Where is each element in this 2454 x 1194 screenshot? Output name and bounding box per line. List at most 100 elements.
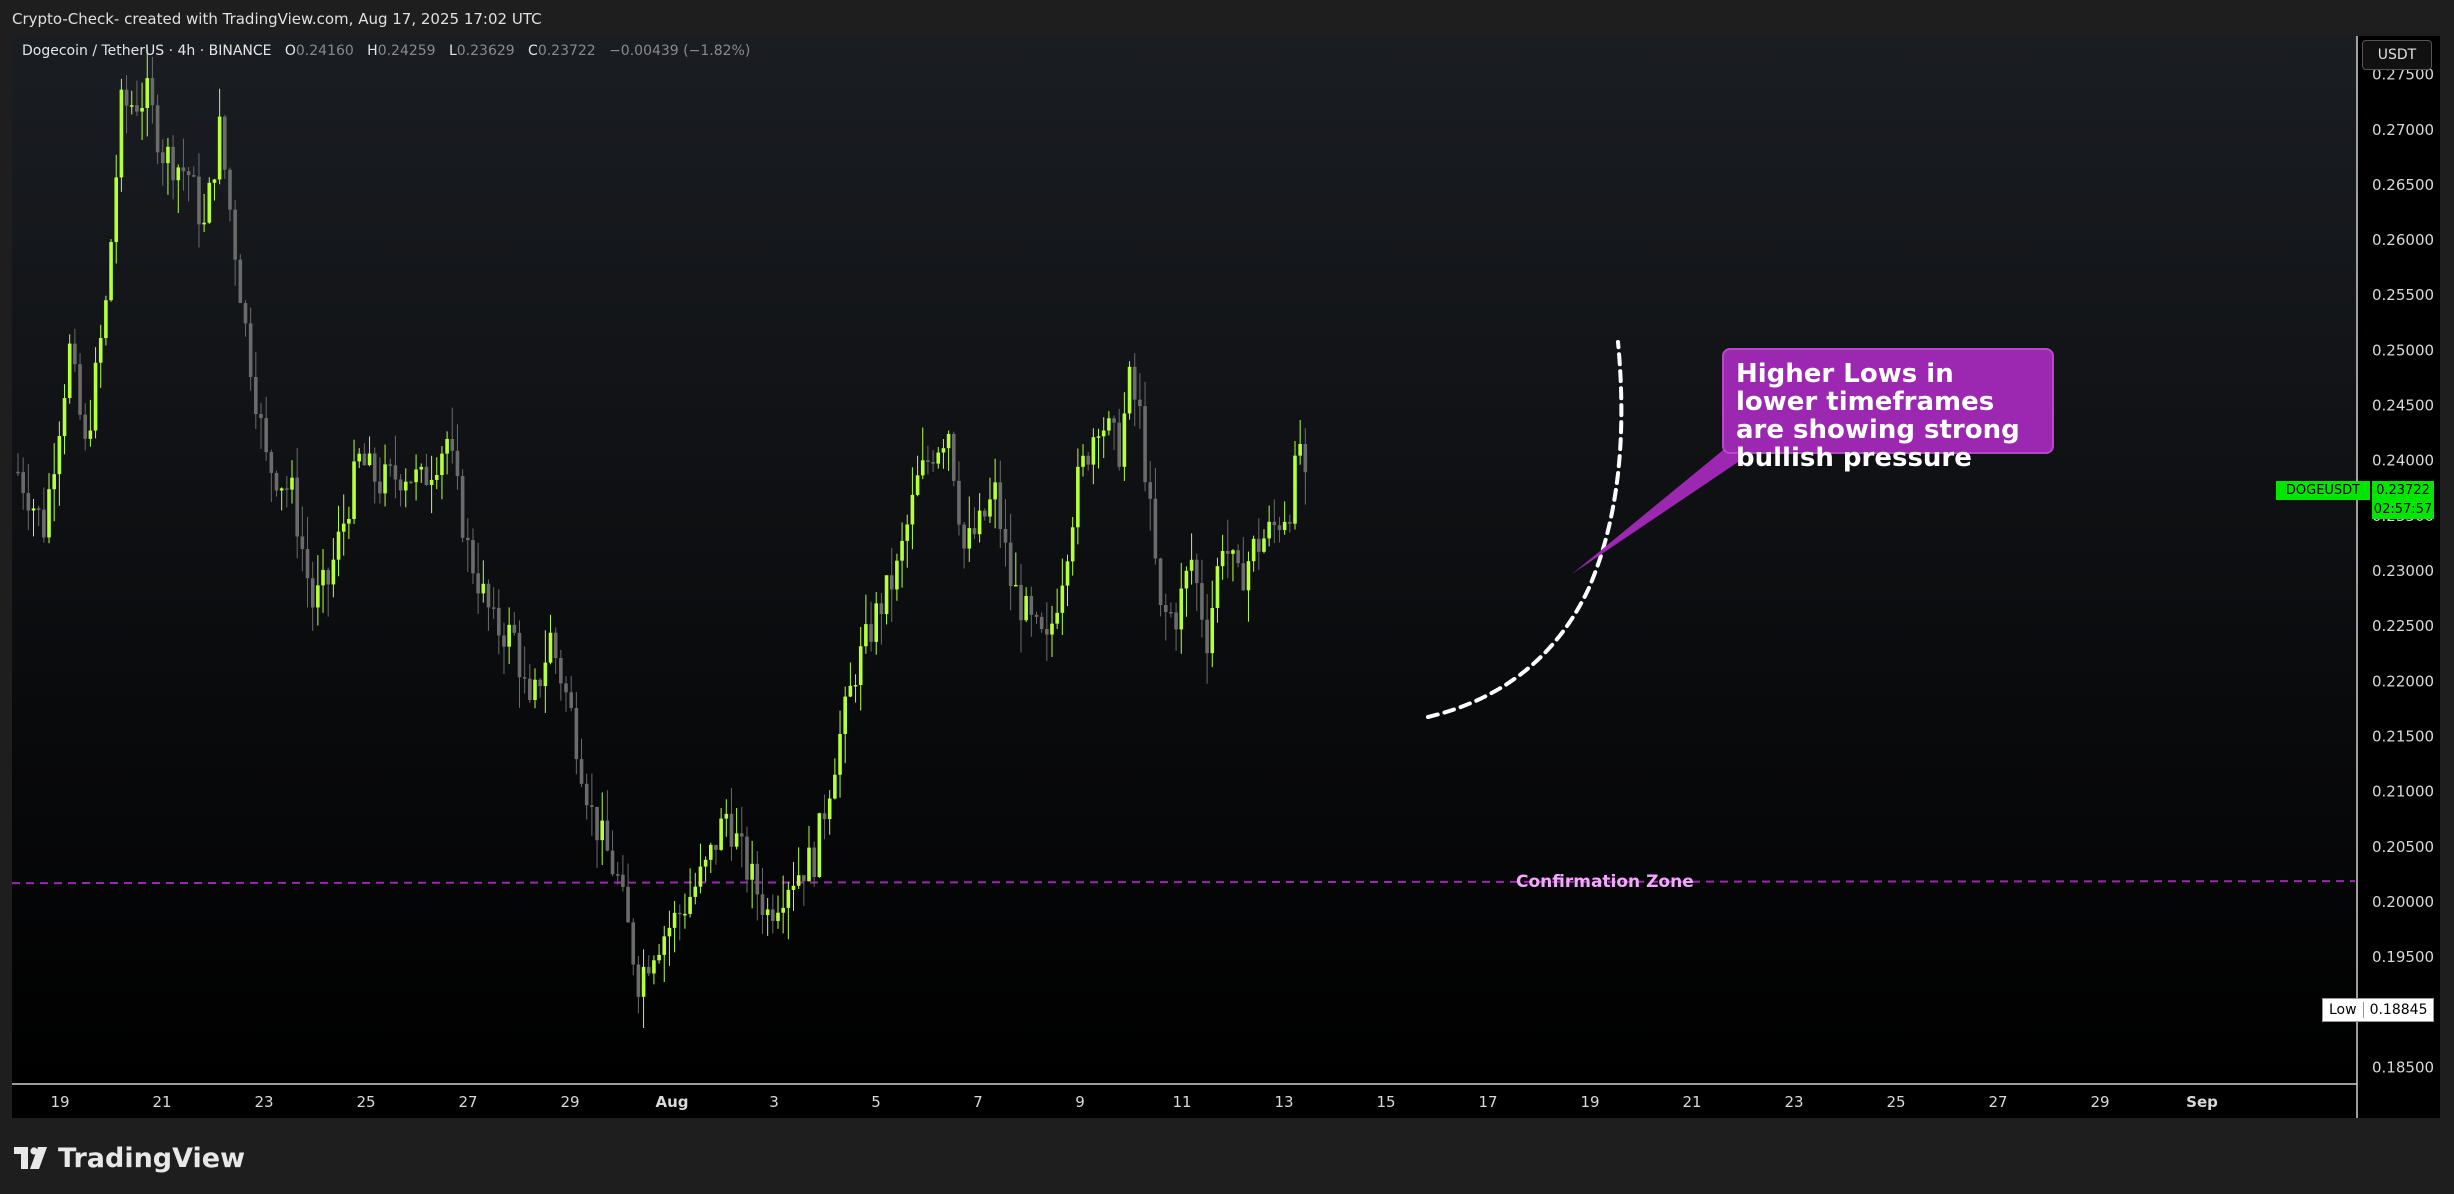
candle-body — [920, 460, 925, 476]
price-tick-label: 0.21500 — [2372, 728, 2434, 746]
high-label: H — [367, 43, 378, 59]
candle-body — [259, 414, 263, 419]
candle-body — [445, 438, 449, 454]
candle-body — [698, 866, 703, 887]
candle-body — [853, 685, 858, 687]
candle-body — [993, 482, 997, 500]
candle-body — [1210, 607, 1215, 654]
candle-body — [998, 482, 1003, 529]
candle-body — [579, 759, 584, 784]
candle-body — [781, 907, 785, 913]
candle-body — [409, 481, 413, 484]
candle-body — [528, 678, 532, 700]
open-label: O — [284, 43, 296, 59]
candle-body — [931, 461, 935, 464]
candle-body — [1194, 559, 1199, 584]
candle-body — [771, 909, 775, 921]
candle-body — [176, 167, 181, 181]
candle-body — [1163, 605, 1168, 612]
tradingview-logo[interactable]: TradingView — [14, 1143, 245, 1174]
candle-body — [160, 152, 165, 164]
candle-body — [507, 624, 511, 647]
candle-body — [951, 433, 956, 481]
price-tick-label: 0.27000 — [2372, 121, 2434, 139]
candle-body — [481, 583, 486, 594]
candle-body — [600, 820, 605, 841]
candle-body — [900, 540, 904, 561]
candle-body — [331, 559, 336, 585]
candle-body — [765, 909, 770, 916]
time-tick-label: 15 — [1376, 1093, 1395, 1111]
annotation-callout[interactable]: Higher Lows in lower timeframes are show… — [1722, 348, 2054, 472]
candle-body — [1148, 482, 1153, 499]
candle-body — [657, 954, 661, 961]
candle-body — [1169, 611, 1173, 614]
time-tick-label: 21 — [152, 1093, 171, 1111]
candle-body — [864, 624, 868, 647]
candle-body — [745, 836, 749, 880]
candle-body — [714, 844, 718, 850]
candle-body — [129, 105, 134, 107]
candle-body — [812, 847, 816, 877]
candle-body — [988, 499, 992, 517]
time-tick-label: 11 — [1172, 1093, 1191, 1111]
candle-body — [233, 209, 237, 260]
candle-body — [1184, 570, 1189, 589]
candle-body — [228, 169, 232, 210]
candle-body — [879, 603, 884, 615]
price-tick-label: 0.26500 — [2372, 176, 2434, 194]
candle-body — [378, 481, 382, 494]
candle-body — [760, 894, 765, 916]
candle-body — [1008, 542, 1013, 587]
candle-body — [57, 436, 62, 475]
candle-body — [1091, 437, 1096, 465]
candle-body — [310, 578, 315, 608]
candle-body — [393, 465, 398, 480]
candle-body — [719, 818, 723, 850]
candle-body — [424, 466, 429, 485]
candle-body — [827, 798, 832, 820]
candle-body — [98, 338, 103, 363]
low-label: L — [448, 43, 457, 59]
candle-body — [440, 453, 444, 476]
candle-body — [1014, 584, 1018, 587]
candle-body — [1101, 430, 1106, 437]
candle-body — [383, 464, 387, 494]
candle-body — [982, 510, 987, 517]
candle-body — [471, 540, 475, 574]
candle-body — [248, 323, 253, 377]
candle-body — [548, 632, 553, 663]
candle-body — [584, 783, 589, 806]
time-tick-label: 25 — [1886, 1093, 1905, 1111]
candle-body — [807, 847, 811, 882]
candle-body — [1050, 623, 1054, 635]
candle-body — [817, 813, 822, 877]
price-tick-label: 0.24500 — [2372, 397, 2434, 415]
candle-body — [926, 460, 930, 462]
time-tick-label: Sep — [2186, 1093, 2218, 1111]
candle-body — [357, 453, 362, 462]
candle-body — [36, 508, 41, 510]
candle-body — [1122, 413, 1127, 467]
low-value: 0.23629 — [456, 43, 515, 59]
candle-body — [341, 523, 346, 532]
candle-body — [610, 850, 615, 875]
candle-body — [414, 469, 418, 483]
candle-body — [1241, 563, 1246, 591]
candle-body — [1132, 366, 1137, 400]
last-price: 0.23722 — [2376, 483, 2430, 498]
currency-button[interactable]: USDT — [2362, 40, 2432, 70]
candle-body — [915, 475, 920, 495]
candle-body — [31, 508, 36, 511]
candle-body — [631, 922, 636, 965]
time-tick-label: 5 — [871, 1093, 881, 1111]
candle-body — [1112, 418, 1116, 423]
candlestick-chart[interactable]: 0.275000.270000.265000.260000.255000.250… — [0, 0, 2454, 1118]
candle-body — [962, 524, 966, 549]
ticker-tag: DOGEUSDT — [2276, 481, 2370, 500]
candle-body — [1225, 550, 1230, 554]
candle-body — [1257, 538, 1261, 552]
candle-body — [621, 874, 625, 887]
low-tag-value: 0.18845 — [2369, 1002, 2428, 1018]
candle-body — [1138, 399, 1142, 407]
